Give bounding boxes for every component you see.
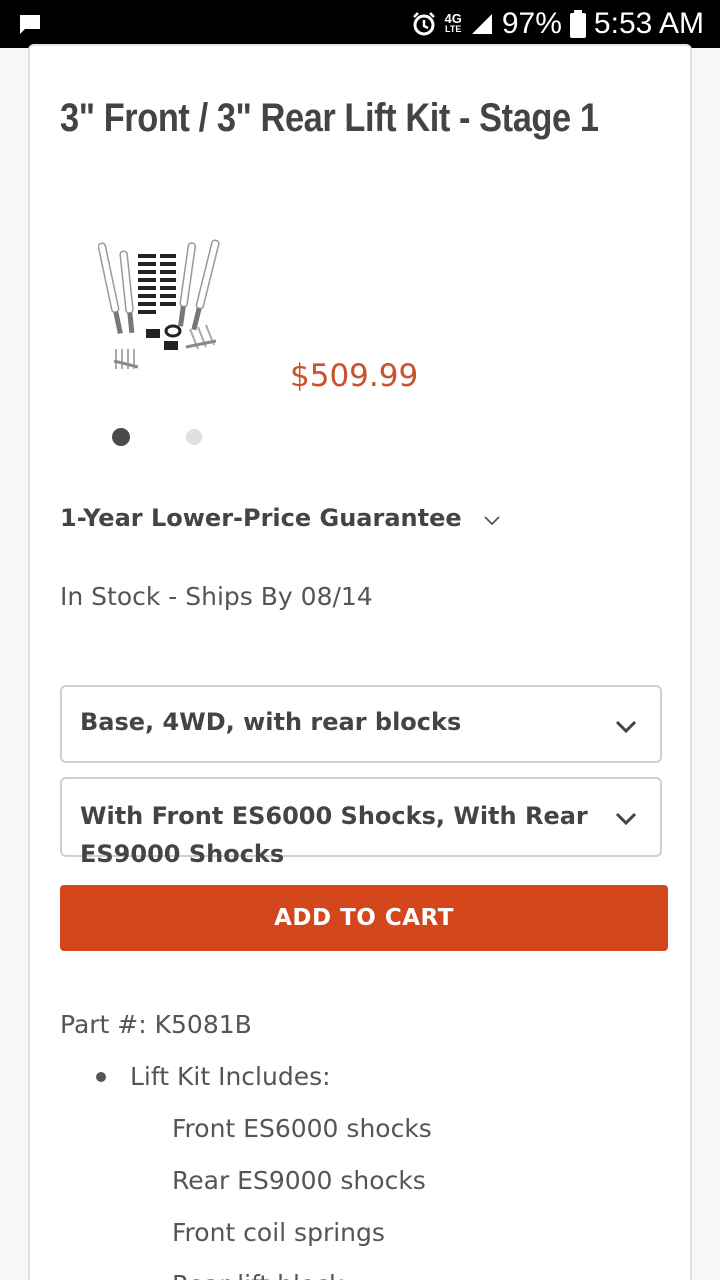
part-number: Part #: K5081B <box>60 1010 252 1039</box>
alarm-icon <box>411 11 437 37</box>
clock: 5:53 AM <box>593 7 704 40</box>
list-item: Rear ES9000 shocks <box>172 1166 426 1195</box>
signal-icon <box>470 12 494 36</box>
product-image[interactable] <box>97 231 228 381</box>
network-label: 4G LTE <box>444 11 462 34</box>
part-label: Part #: <box>60 1010 147 1039</box>
battery-percent: 97% <box>501 7 562 40</box>
guarantee-label: 1-Year Lower-Price Guarantee <box>60 504 462 532</box>
list-item: Front ES6000 shocks <box>172 1114 432 1143</box>
includes-label: Lift Kit Includes: <box>130 1062 331 1091</box>
guarantee-toggle[interactable]: 1-Year Lower-Price Guarantee <box>60 504 500 532</box>
option-select-shocks[interactable]: With Front ES6000 Shocks, With Rear ES90… <box>60 777 662 868</box>
product-price: $509.99 <box>290 358 419 394</box>
chevron-down-icon <box>615 720 637 734</box>
option-select-drivetrain[interactable]: Base, 4WD, with rear blocks <box>60 685 662 763</box>
select-value: With Front ES6000 Shocks, With Rear ES90… <box>80 802 588 868</box>
battery-icon <box>569 10 586 38</box>
carousel-dot-2[interactable] <box>186 429 202 445</box>
message-icon <box>18 13 42 35</box>
add-to-cart-button[interactable]: ADD TO CART <box>60 885 668 951</box>
stock-status: In Stock - Ships By 08/14 <box>60 582 373 611</box>
list-item: Rear lift block <box>172 1270 344 1280</box>
part-value: K5081B <box>154 1010 252 1039</box>
status-bar: 4G LTE 97% 5:53 AM <box>0 0 720 48</box>
chevron-down-icon <box>615 812 637 826</box>
carousel-dot-1[interactable] <box>112 428 130 446</box>
includes-heading: Lift Kit Includes: <box>96 1062 331 1091</box>
list-item: Front coil springs <box>172 1218 385 1247</box>
product-card: 3" Front / 3" Rear Lift Kit - Stage 1 $5… <box>28 44 692 1280</box>
chevron-down-icon <box>484 504 500 532</box>
bullet-icon <box>96 1071 106 1082</box>
product-title: 3" Front / 3" Rear Lift Kit - Stage 1 <box>60 96 599 140</box>
select-value: Base, 4WD, with rear blocks <box>80 708 462 736</box>
